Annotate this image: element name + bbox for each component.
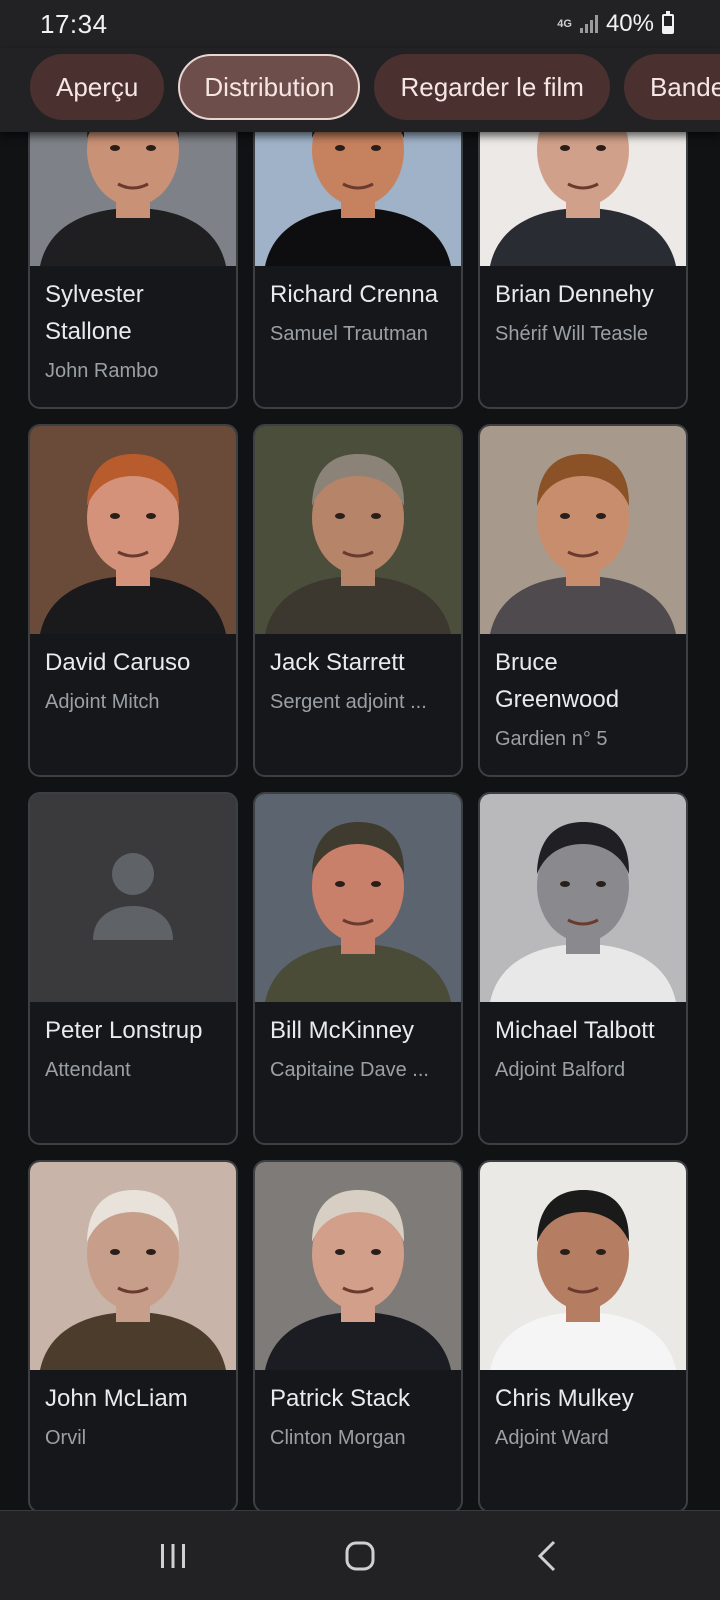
cast-card-text: Sylvester Stallone John Rambo — [30, 266, 236, 386]
actor-name: Bill McKinney — [270, 1017, 415, 1044]
actor-name: Peter Lonstrup — [45, 1017, 203, 1044]
actor-name: Michael Talbott — [495, 1017, 655, 1044]
character-role: John Rambo — [45, 360, 159, 382]
cast-photo — [255, 132, 461, 266]
cast-card-text: Peter Lonstrup Attendant — [30, 1002, 236, 1085]
portrait-image — [255, 426, 461, 634]
portrait-image — [480, 426, 686, 634]
character-role: Orvil — [45, 1427, 87, 1449]
portrait-image — [480, 1162, 686, 1370]
tab-chip[interactable]: Aperçu — [30, 54, 165, 120]
character-role: Adjoint Balford — [495, 1059, 626, 1081]
signal-icon — [579, 15, 598, 33]
actor-name: Richard Crenna — [270, 281, 439, 308]
network-type-icon: 4G — [557, 18, 572, 30]
status-icons: 4G 40% — [557, 10, 674, 38]
actor-name: Brian Dennehy — [495, 281, 654, 308]
actor-name: Bruce Greenwood — [495, 649, 620, 713]
character-role: Capitaine Dave ... — [270, 1059, 429, 1081]
battery-icon — [662, 11, 674, 34]
tab-chip[interactable]: Bande — [623, 54, 720, 120]
cast-card-text: John McLiam Orvil — [30, 1370, 236, 1453]
recents-icon — [161, 1543, 186, 1568]
cast-card[interactable]: Bruce Greenwood Gardien n° 5 — [478, 424, 688, 777]
tabs-row: Aperçu Distribution Regarder le film Bande — [30, 54, 720, 120]
cast-card[interactable]: Bill McKinney Capitaine Dave ... — [253, 792, 463, 1145]
cast-photo — [480, 1162, 686, 1370]
back-icon — [537, 1540, 555, 1571]
portrait-image — [255, 132, 461, 266]
character-role: Shérif Will Teasle — [495, 323, 649, 345]
status-bar: 17:34 4G 40% — [0, 0, 720, 48]
cast-card-text: Michael Talbott Adjoint Balford — [480, 1002, 686, 1085]
cast-photo — [255, 1162, 461, 1370]
cast-photo — [255, 426, 461, 634]
portrait-image — [480, 132, 686, 266]
character-role: Sergent adjoint ... — [270, 691, 427, 713]
portrait-image — [30, 426, 236, 634]
portrait-image — [255, 794, 461, 1002]
cast-card-text: Chris Mulkey Adjoint Ward — [480, 1370, 686, 1453]
cast-photo — [255, 794, 461, 1002]
actor-name: Chris Mulkey — [495, 1385, 634, 1412]
actor-name: Jack Starrett — [270, 649, 405, 676]
actor-name: Patrick Stack — [270, 1385, 411, 1412]
cast-card[interactable]: Michael Talbott Adjoint Balford — [478, 792, 688, 1145]
home-icon — [345, 1541, 375, 1570]
cast-card-text: David Caruso Adjoint Mitch — [30, 634, 236, 717]
cast-card[interactable]: John McLiam Orvil — [28, 1160, 238, 1510]
tab-chip[interactable]: Distribution — [178, 54, 361, 120]
cast-card[interactable]: Peter Lonstrup Attendant — [28, 792, 238, 1145]
character-role: Clinton Morgan — [270, 1427, 406, 1449]
cast-photo — [30, 794, 236, 1002]
cast-card-text: Brian Dennehy Shérif Will Teasle — [480, 266, 686, 349]
cast-card-text: Bruce Greenwood Gardien n° 5 — [480, 634, 686, 754]
navigation-bar — [0, 1510, 720, 1600]
cast-card[interactable]: Chris Mulkey Adjoint Ward — [478, 1160, 688, 1510]
cast-card[interactable]: Patrick Stack Clinton Morgan — [253, 1160, 463, 1510]
portrait-image — [30, 132, 236, 266]
back-button[interactable] — [507, 1526, 587, 1586]
portrait-image — [30, 1162, 236, 1370]
character-role: Adjoint Mitch — [45, 691, 160, 713]
battery-percent: 40% — [605, 10, 654, 37]
cast-photo — [480, 794, 686, 1002]
cast-card-text: Bill McKinney Capitaine Dave ... — [255, 1002, 461, 1085]
cast-card[interactable]: Richard Crenna Samuel Trautman — [253, 132, 463, 409]
cast-card[interactable]: Sylvester Stallone John Rambo — [28, 132, 238, 409]
cast-card-text: Richard Crenna Samuel Trautman — [255, 266, 461, 349]
cast-photo — [30, 1162, 236, 1370]
cast-card[interactable]: Jack Starrett Sergent adjoint ... — [253, 424, 463, 777]
character-role: Adjoint Ward — [495, 1427, 609, 1449]
actor-name: David Caruso — [45, 649, 191, 676]
actor-name: John McLiam — [45, 1385, 188, 1412]
cast-card[interactable]: Brian Dennehy Shérif Will Teasle — [478, 132, 688, 409]
cast-photo — [480, 132, 686, 266]
cast-photo — [30, 132, 236, 266]
tab-chip[interactable]: Regarder le film — [374, 54, 610, 120]
character-role: Attendant — [45, 1059, 131, 1081]
status-time: 17:34 — [40, 8, 108, 39]
character-role: Samuel Trautman — [270, 323, 428, 345]
person-placeholder-icon — [30, 794, 236, 1002]
portrait-image — [255, 1162, 461, 1370]
tabs-bar: Aperçu Distribution Regarder le film Bande — [0, 48, 720, 132]
portrait-image — [480, 794, 686, 1002]
cast-photo — [480, 426, 686, 634]
actor-name: Sylvester Stallone — [45, 281, 144, 345]
cast-card-text: Patrick Stack Clinton Morgan — [255, 1370, 461, 1453]
character-role: Gardien n° 5 — [495, 728, 608, 750]
recents-button[interactable] — [133, 1526, 213, 1586]
cast-card-text: Jack Starrett Sergent adjoint ... — [255, 634, 461, 717]
cast-card[interactable]: David Caruso Adjoint Mitch — [28, 424, 238, 777]
home-button[interactable] — [320, 1526, 400, 1586]
cast-grid: Sylvester Stallone John Rambo Richard Cren… — [28, 132, 688, 1510]
cast-scroll-area[interactable]: Sylvester Stallone John Rambo Richard Cren… — [0, 132, 720, 1510]
cast-photo — [30, 426, 236, 634]
